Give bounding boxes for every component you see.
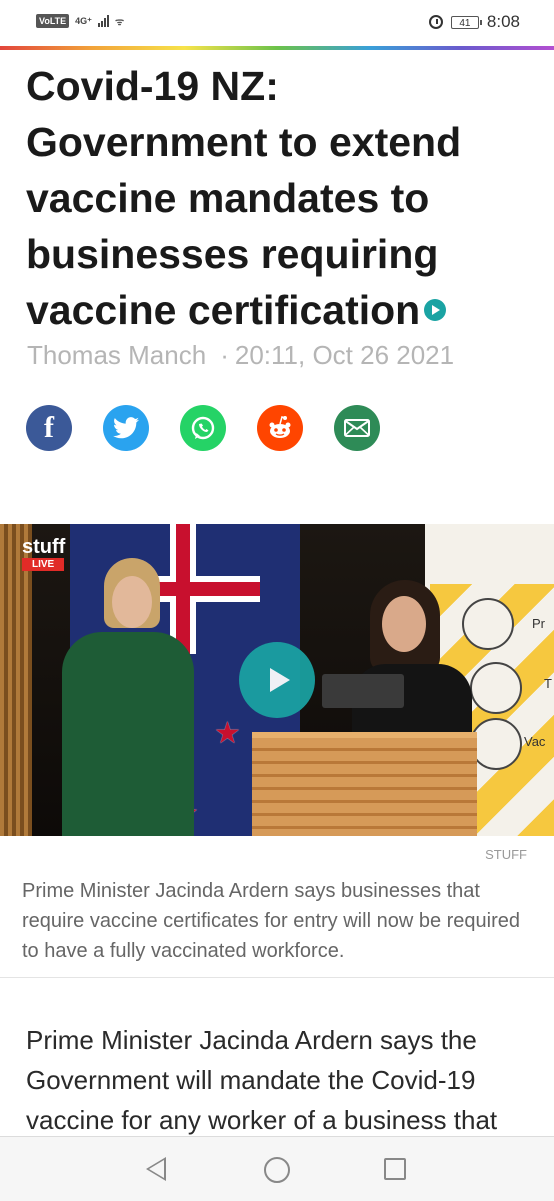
share-bar: f: [26, 405, 380, 451]
poster-word: Vac: [524, 734, 546, 749]
back-icon[interactable]: [146, 1157, 166, 1181]
battery-icon: 41: [450, 15, 482, 29]
face: [112, 576, 152, 628]
status-right: 41 8:08: [428, 12, 520, 32]
video-indicator-icon[interactable]: [424, 299, 447, 322]
article-title: Covid-19 NZ: Government to extend vaccin…: [26, 58, 526, 338]
facebook-icon: f: [44, 411, 54, 444]
volte-indicator: VoLTE: [36, 14, 70, 28]
article-body: Prime Minister Jacinda Ardern says the G…: [26, 1025, 498, 1135]
facebook-share-button[interactable]: f: [26, 405, 72, 451]
twitter-icon: [113, 417, 139, 439]
signal-icon: [97, 15, 109, 27]
media-caption: Prime Minister Jacinda Ardern says busin…: [22, 880, 520, 962]
video-player[interactable]: ★ ★ Pr T Vac stuff LIVE: [0, 524, 554, 836]
status-left: VoLTE 4G⁺ ᯤ: [36, 14, 124, 28]
status-bar: VoLTE 4G⁺ ᯤ 41 8:08: [0, 0, 554, 46]
whatsapp-icon: [191, 416, 215, 440]
home-icon[interactable]: [264, 1157, 290, 1183]
byline-separator: ·: [220, 340, 229, 370]
poster-word: T: [544, 676, 552, 691]
twitter-share-button[interactable]: [103, 405, 149, 451]
poster-icon: [470, 718, 522, 770]
sign-language-interpreter: [62, 558, 194, 836]
media-credit: STUFF: [485, 847, 527, 862]
poster-icon: [470, 662, 522, 714]
recent-apps-icon[interactable]: [384, 1158, 406, 1180]
byline: Thomas Manch · 20:11, Oct 26 2021: [27, 340, 454, 371]
stuff-logo: stuff: [22, 536, 66, 558]
email-icon: [344, 419, 370, 437]
poster-word: Pr: [532, 616, 545, 631]
clock: 8:08: [486, 12, 520, 31]
rainbow-divider: [0, 46, 554, 50]
play-button[interactable]: [239, 642, 315, 718]
reddit-share-button[interactable]: [257, 405, 303, 451]
podium: [252, 732, 477, 836]
reddit-icon: [269, 416, 291, 438]
publish-date: 20:11, Oct 26 2021: [234, 340, 455, 370]
whatsapp-share-button[interactable]: [180, 405, 226, 451]
navigation-bar: [0, 1136, 554, 1201]
alarm-icon: [428, 15, 443, 29]
body: [62, 632, 194, 836]
face: [382, 596, 426, 652]
microphone-stand: [322, 674, 404, 708]
live-badge: LIVE: [22, 558, 65, 571]
wifi-icon: ᯤ: [114, 17, 125, 28]
flag-star-icon: ★: [214, 717, 241, 750]
article-title-text: Covid-19 NZ: Government to extend vaccin…: [26, 63, 462, 333]
network-type: 4G⁺: [75, 15, 92, 26]
divider: [0, 977, 554, 978]
author-name[interactable]: Thomas Manch: [27, 340, 206, 370]
email-share-button[interactable]: [334, 405, 380, 451]
